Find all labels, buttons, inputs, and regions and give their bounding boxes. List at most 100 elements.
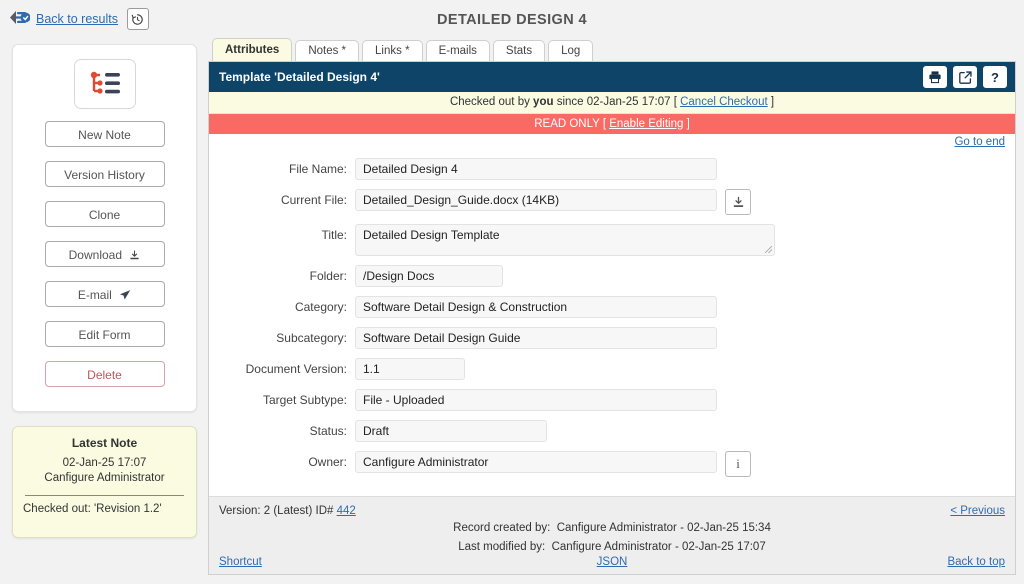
field-row-target-subtype: Target Subtype: File - Uploaded <box>209 389 1015 411</box>
field-row-title: Title: Detailed Design Template <box>209 224 1015 256</box>
checkout-middle: since 02-Jan-25 17:07 [ <box>553 96 681 108</box>
hierarchy-tree-icon <box>90 71 120 94</box>
field-row-folder: Folder: /Design Docs <box>209 265 1015 287</box>
latest-note-timestamp: 02-Jan-25 17:07 <box>62 457 147 469</box>
record-meta: Record created by: Canfigure Administrat… <box>219 519 1005 557</box>
version-prefix: Version: 2 (Latest) ID# <box>219 505 337 517</box>
label-category: Category: <box>294 300 347 314</box>
latest-note-author: Canfigure Administrator <box>44 472 165 484</box>
field-row-subcategory: Subcategory: Software Detail Design Guid… <box>209 327 1015 349</box>
input-subcategory[interactable]: Software Detail Design Guide <box>355 327 717 349</box>
label-title: Title: <box>321 228 347 242</box>
app-logo <box>73 59 136 109</box>
textarea-title[interactable]: Detailed Design Template <box>355 224 775 256</box>
enable-editing-link[interactable]: Enable Editing <box>609 118 683 130</box>
external-link-icon <box>958 70 972 84</box>
input-owner[interactable]: Canfigure Administrator <box>355 451 717 473</box>
tab-notes[interactable]: Notes * <box>295 40 360 61</box>
panel-header: Template 'Detailed Design 4' ? <box>209 62 1015 92</box>
clone-label: Clone <box>88 208 121 222</box>
json-link[interactable]: JSON <box>597 556 628 568</box>
back-to-top-link[interactable]: Back to top <box>947 556 1005 568</box>
record-created-row: Record created by: Canfigure Administrat… <box>219 519 1005 538</box>
label-folder: Folder: <box>309 269 347 283</box>
field-row-category: Category: Software Detail Design & Const… <box>209 296 1015 318</box>
readonly-suffix: ] <box>683 118 690 130</box>
version-history-label: Version History <box>64 168 145 182</box>
input-document-version[interactable]: 1.1 <box>355 358 465 380</box>
field-row-file-name: File Name: Detailed Design 4 <box>209 158 1015 180</box>
record-modified-row: Last modified by: Canfigure Administrato… <box>219 538 1005 557</box>
delete-button[interactable]: Delete <box>44 361 165 387</box>
question-mark-icon: ? <box>991 69 999 85</box>
page-title: DETAILED DESIGN 4 <box>437 12 587 28</box>
new-note-button[interactable]: New Note <box>44 121 165 147</box>
label-subcategory: Subcategory: <box>276 331 347 345</box>
info-icon: i <box>736 456 740 471</box>
checkout-banner: Checked out by you since 02-Jan-25 17:07… <box>209 92 1015 114</box>
cancel-checkout-link[interactable]: Cancel Checkout <box>680 96 768 108</box>
top-bar: Back to results DETAILED DESIGN 4 <box>0 0 1024 36</box>
input-category[interactable]: Software Detail Design & Construction <box>355 296 717 318</box>
input-file-name[interactable]: Detailed Design 4 <box>355 158 717 180</box>
record-created-value: Canfigure Administrator - 02-Jan-25 15:3… <box>556 522 771 534</box>
field-row-status: Status: Draft <box>209 420 1015 442</box>
new-note-label: New Note <box>78 128 131 142</box>
tab-log[interactable]: Log <box>548 40 594 61</box>
record-footer: Version: 2 (Latest) ID# 442 < Previous R… <box>209 496 1015 574</box>
label-document-version: Document Version: <box>245 362 347 376</box>
app-root: Back to results DETAILED DESIGN 4 New No… <box>0 0 1024 584</box>
json-link-wrap: JSON <box>209 556 1015 568</box>
record-id-link[interactable]: 442 <box>337 505 356 517</box>
label-owner: Owner: <box>308 455 347 469</box>
download-icon <box>129 245 140 269</box>
label-current-file: Current File: <box>280 193 347 207</box>
field-row-owner: Owner: Canfigure Administrator i <box>209 451 1015 477</box>
open-external-button[interactable] <box>953 66 977 88</box>
label-status: Status: <box>309 424 347 438</box>
checkout-prefix: Checked out by <box>449 96 534 108</box>
previous-link[interactable]: < Previous <box>950 505 1005 517</box>
readonly-banner: READ ONLY [ Enable Editing ] <box>209 114 1015 134</box>
download-label: Download <box>68 248 123 262</box>
edit-form-button[interactable]: Edit Form <box>44 321 165 347</box>
print-button[interactable] <box>923 66 947 88</box>
record-modified-value: Canfigure Administrator - 02-Jan-25 17:0… <box>551 541 766 553</box>
label-file-name: File Name: <box>288 162 347 176</box>
latest-note-title: Latest Note <box>71 436 138 450</box>
download-icon <box>733 196 743 207</box>
input-target-subtype[interactable]: File - Uploaded <box>355 389 717 411</box>
tab-emails[interactable]: E-mails <box>425 40 490 61</box>
goto-end-row: Go to end <box>209 134 1015 154</box>
clone-button[interactable]: Clone <box>44 201 165 227</box>
input-folder[interactable]: /Design Docs <box>355 265 503 287</box>
tab-stats[interactable]: Stats <box>492 40 546 61</box>
latest-note-card: Latest Note 02-Jan-25 17:07 Canfigure Ad… <box>12 426 197 538</box>
tab-attributes[interactable]: Attributes <box>212 38 293 61</box>
input-status[interactable]: Draft <box>355 420 547 442</box>
download-button[interactable]: Download <box>44 241 165 269</box>
checkout-suffix: ] <box>767 96 775 108</box>
tab-links[interactable]: Links * <box>362 40 423 61</box>
attributes-form: File Name: Detailed Design 4 Current Fil… <box>209 154 1015 496</box>
printer-icon <box>929 71 941 84</box>
latest-note-divider <box>25 495 184 496</box>
email-button[interactable]: E-mail <box>44 281 165 309</box>
main-panel: Attributes Notes * Links * E-mails Stats… <box>208 38 1016 575</box>
record-created-label: Record created by: <box>453 522 551 534</box>
help-button[interactable]: ? <box>983 66 1007 88</box>
field-row-current-file: Current File: Detailed_Design_Guide.docx… <box>209 189 1015 215</box>
email-label: E-mail <box>77 288 112 302</box>
edit-form-label: Edit Form <box>78 328 131 342</box>
record-modified-label: Last modified by: <box>458 541 546 553</box>
version-history-button[interactable]: Version History <box>44 161 165 187</box>
sidebar-actions-card: New Note Version History Clone Download … <box>12 44 197 412</box>
owner-info-button[interactable]: i <box>725 451 751 477</box>
input-current-file[interactable]: Detailed_Design_Guide.docx (14KB) <box>355 189 717 211</box>
field-row-document-version: Document Version: 1.1 <box>209 358 1015 380</box>
paper-plane-icon <box>119 285 131 309</box>
download-file-button[interactable] <box>725 189 751 215</box>
go-to-end-link[interactable]: Go to end <box>954 136 1005 148</box>
checkout-who: you <box>533 96 554 108</box>
readonly-prefix: READ ONLY [ <box>534 118 610 130</box>
